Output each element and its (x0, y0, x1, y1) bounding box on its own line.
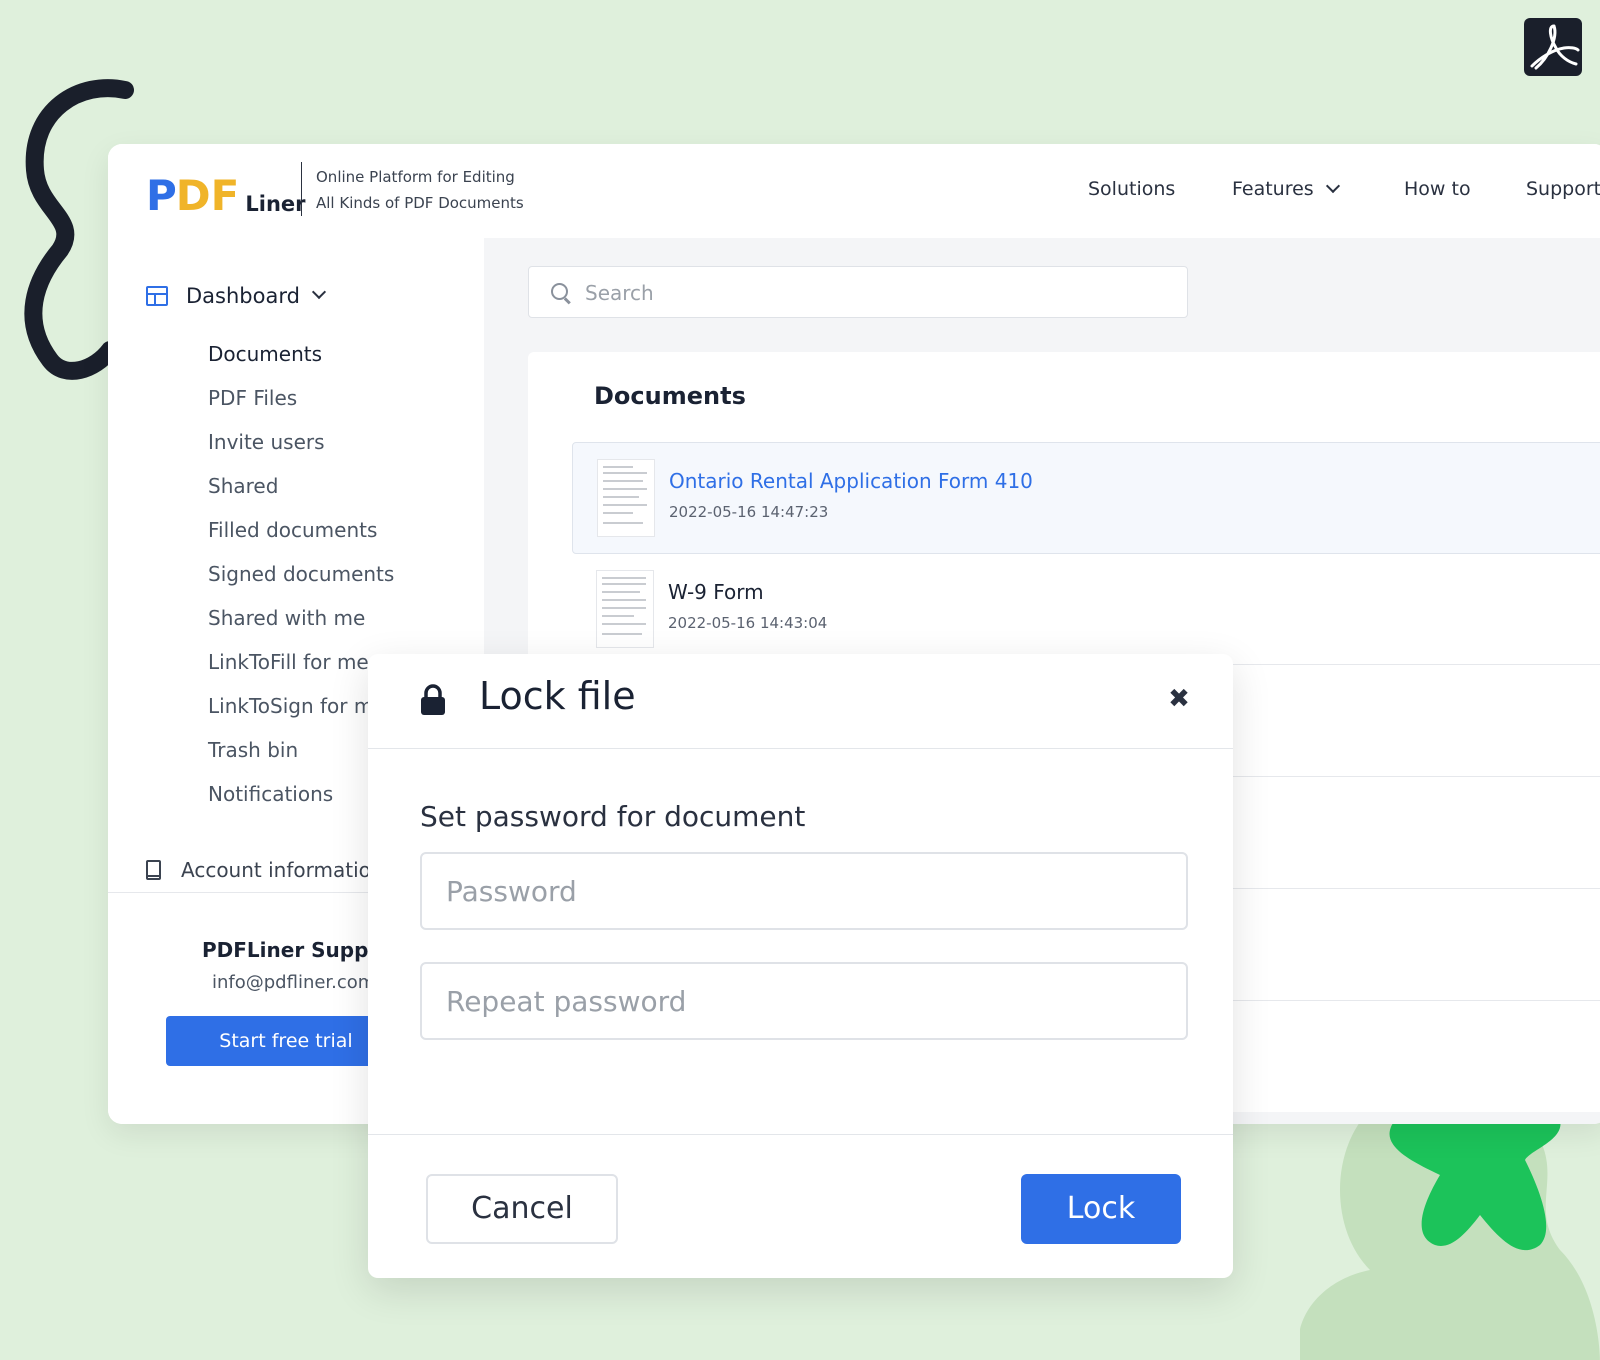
nav-features-label: Features (1232, 178, 1314, 200)
sidebar-item-linktofill[interactable]: LinkToFill for me (208, 640, 394, 684)
sidebar-item-documents[interactable]: Documents (208, 332, 394, 376)
document-date: 2022-05-16 14:47:23 (669, 503, 829, 521)
dialog-footer-divider (368, 1134, 1233, 1135)
acrobat-logo-icon (1524, 18, 1582, 76)
documents-title: Documents (594, 382, 746, 410)
document-row[interactable]: Ontario Rental Application Form 410 2022… (572, 442, 1600, 554)
sidebar-menu: Documents PDF Files Invite users Shared … (208, 332, 394, 816)
password-field[interactable] (420, 852, 1188, 930)
dashboard-toggle[interactable]: Dashboard (146, 284, 327, 308)
tagline-line-2: All Kinds of PDF Documents (316, 194, 524, 212)
close-icon[interactable]: ✖ (1162, 682, 1196, 716)
logo-p: P (146, 171, 177, 220)
repeat-password-field[interactable] (420, 962, 1188, 1040)
cancel-button[interactable]: Cancel (426, 1174, 618, 1244)
search-icon (551, 283, 568, 300)
search-bar (528, 266, 1188, 319)
sidebar-item-trash-bin[interactable]: Trash bin (208, 728, 394, 772)
support-email[interactable]: info@pdfliner.com (212, 972, 375, 993)
search-input[interactable] (583, 267, 1167, 319)
dashboard-label: Dashboard (186, 284, 300, 308)
document-thumbnail (597, 459, 655, 537)
document-name[interactable]: W-9 Form (668, 580, 764, 604)
lock-icon (421, 684, 445, 715)
sidebar-item-shared-with-me[interactable]: Shared with me (208, 596, 394, 640)
lock-file-dialog: Lock file ✖ Set password for document Ca… (368, 654, 1233, 1278)
top-header: P DF Liner Online Platform for Editing A… (108, 144, 1600, 239)
nav-how-to[interactable]: How to (1404, 178, 1471, 200)
account-information-label: Account information (181, 858, 384, 882)
dashboard-icon (146, 286, 168, 306)
sidebar-item-signed-documents[interactable]: Signed documents (208, 552, 394, 596)
logo-liner: Liner (245, 192, 306, 216)
nav-solutions[interactable]: Solutions (1088, 178, 1175, 200)
document-thumbnail (596, 570, 654, 648)
document-date: 2022-05-16 14:43:04 (668, 614, 828, 632)
sidebar-item-pdf-files[interactable]: PDF Files (208, 376, 394, 420)
lock-button[interactable]: Lock (1021, 1174, 1181, 1244)
nav-features[interactable]: Features (1232, 178, 1340, 200)
chevron-down-icon (311, 284, 327, 300)
logo-df: DF (175, 171, 240, 220)
tagline: Online Platform for Editing All Kinds of… (316, 164, 556, 216)
tagline-line-1: Online Platform for Editing (316, 168, 515, 186)
dialog-header: Lock file ✖ (368, 654, 1233, 749)
sidebar-item-invite-users[interactable]: Invite users (208, 420, 394, 464)
logo-divider (301, 162, 302, 216)
pdfliner-logo[interactable]: P DF Liner (146, 166, 306, 220)
sidebar-item-filled-documents[interactable]: Filled documents (208, 508, 394, 552)
nav-support[interactable]: Support (1526, 178, 1600, 200)
document-name[interactable]: Ontario Rental Application Form 410 (669, 469, 1033, 493)
sidebar-item-shared[interactable]: Shared (208, 464, 394, 508)
chevron-down-icon (1325, 178, 1340, 194)
dialog-title: Lock file (479, 674, 636, 718)
sidebar-item-notifications[interactable]: Notifications (208, 772, 394, 816)
document-row[interactable]: W-9 Form 2022-05-16 14:43:04 (572, 554, 1600, 665)
sidebar-item-linktosign[interactable]: LinkToSign for me (208, 684, 394, 728)
account-information-link[interactable]: Account information (146, 858, 384, 882)
password-label: Set password for document (420, 800, 806, 833)
book-icon (146, 860, 161, 880)
